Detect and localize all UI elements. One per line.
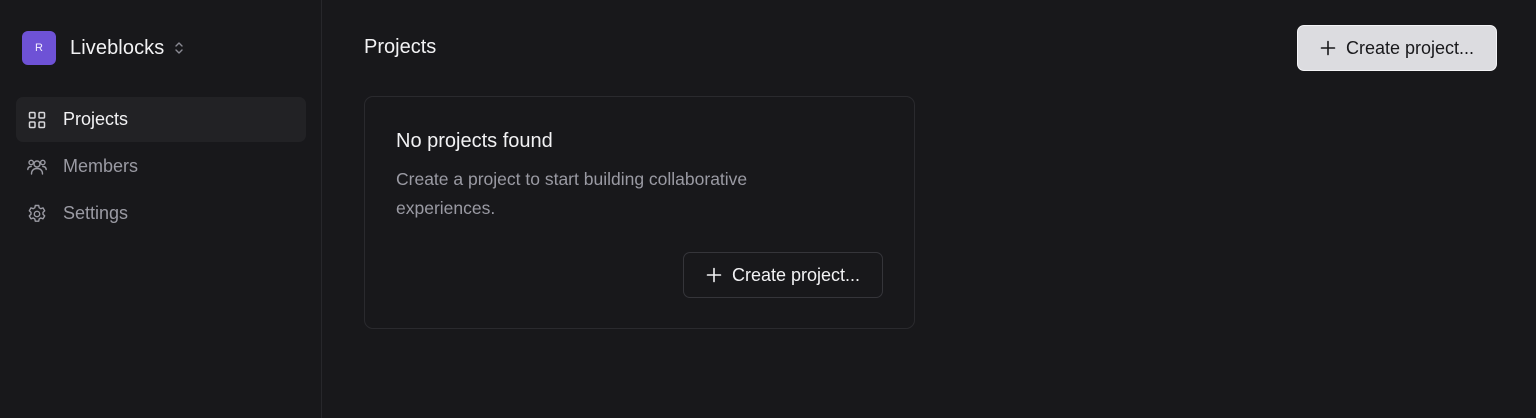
org-avatar: R — [22, 31, 56, 65]
sidebar-item-label: Settings — [63, 203, 129, 223]
empty-state-description: Create a project to start building colla… — [396, 169, 748, 218]
sidebar-item-members[interactable]: Members — [16, 144, 306, 189]
create-project-button[interactable]: Create project... — [1297, 25, 1497, 71]
sidebar-item-label: Members — [63, 156, 139, 176]
empty-state-create-project-button[interactable]: Create project... — [683, 252, 883, 298]
empty-state-title: No projects found — [396, 130, 553, 152]
sidebar-item-projects[interactable]: Projects — [16, 97, 306, 142]
main-content: Projects Create project... No projects f… — [322, 0, 1536, 418]
sidebar: R Liveblocks Projects Members Settings — [0, 0, 322, 418]
empty-state-card: No projects found Create a project to st… — [364, 96, 915, 329]
page-title: Projects — [364, 36, 437, 58]
plus-icon — [706, 267, 722, 283]
create-project-button-label: Create project... — [1345, 37, 1475, 58]
grid-icon — [27, 110, 47, 130]
plus-icon — [1320, 40, 1336, 56]
users-icon — [27, 157, 47, 177]
empty-state-create-project-label: Create project... — [731, 264, 861, 285]
sidebar-item-label: Projects — [63, 109, 129, 129]
app-root: R Liveblocks Projects Members Settings P… — [0, 0, 1536, 418]
sidebar-nav: Projects Members Settings — [16, 97, 306, 238]
gear-icon — [27, 204, 47, 224]
org-switcher[interactable]: R Liveblocks — [22, 31, 184, 65]
sidebar-item-settings[interactable]: Settings — [16, 191, 306, 236]
org-name: Liveblocks — [70, 36, 165, 59]
chevron-up-down-icon — [174, 41, 184, 55]
